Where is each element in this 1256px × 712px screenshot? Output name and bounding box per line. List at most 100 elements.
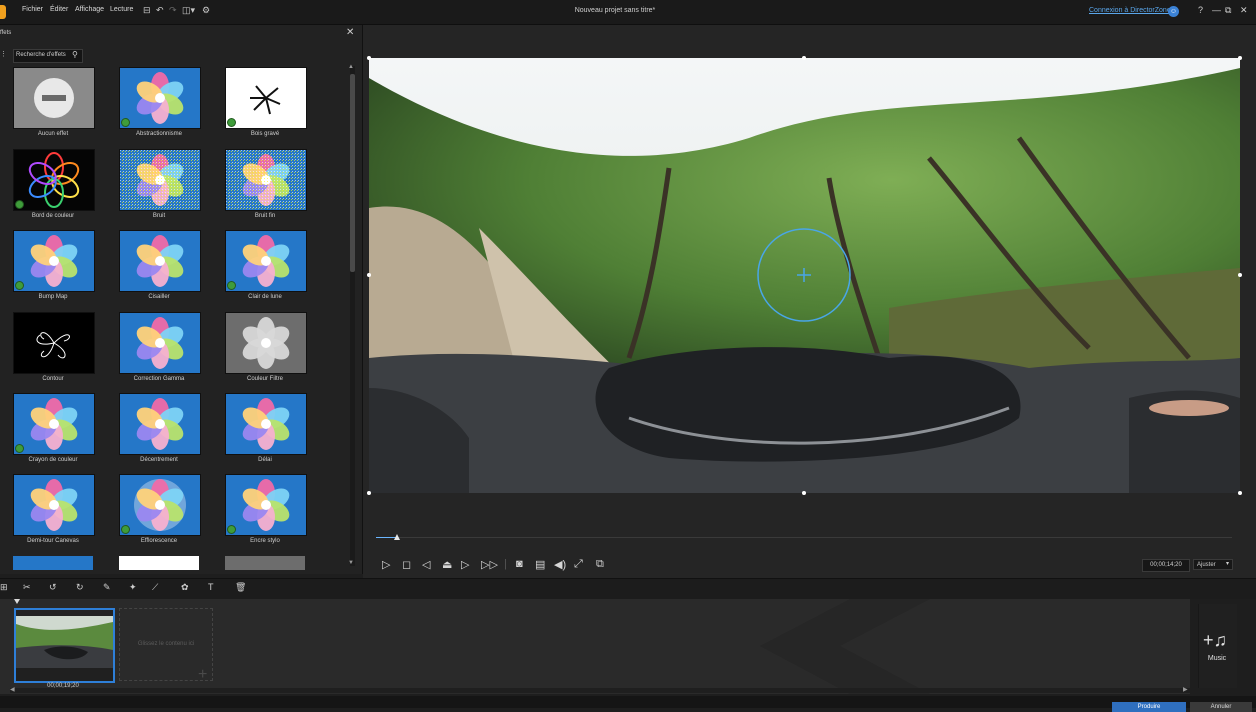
- account-icon[interactable]: ☺: [1168, 6, 1179, 17]
- effect-thumbnail[interactable]: [119, 312, 201, 374]
- playback-scrubber[interactable]: [376, 537, 1232, 538]
- effect-thumbnail-partial[interactable]: [13, 556, 93, 570]
- menu-fichier[interactable]: Fichier: [22, 6, 43, 13]
- minimize-button[interactable]: —: [1212, 5, 1221, 15]
- effect-label: Contour: [42, 376, 64, 382]
- settings-gear-icon[interactable]: ⚙: [202, 5, 210, 16]
- effect-label: Efflorescence: [140, 538, 178, 544]
- effect-thumbnail[interactable]: [13, 149, 95, 211]
- effect-thumbnail[interactable]: [13, 393, 95, 455]
- undock-icon[interactable]: ⧉: [596, 558, 604, 571]
- add-music-note-icon: +♫: [1203, 630, 1228, 650]
- category-list-icon[interactable]: ⋮: [0, 50, 7, 58]
- rotate-left-icon[interactable]: ↺: [49, 582, 57, 593]
- effect-thumbnail[interactable]: [225, 393, 307, 455]
- app-logo-icon: [0, 5, 6, 19]
- effect-thumbnail[interactable]: [225, 474, 307, 536]
- resize-handle-r[interactable]: [1238, 273, 1242, 277]
- effect-label: Bord de couleur: [31, 213, 75, 219]
- effect-thumbnail[interactable]: [225, 149, 307, 211]
- effect-thumbnail[interactable]: [119, 393, 201, 455]
- menu-affichage[interactable]: Affichage: [75, 6, 104, 13]
- effects-scroll-thumb[interactable]: [350, 74, 355, 272]
- snapshot-camera-icon[interactable]: ◙: [516, 558, 523, 570]
- effect-thumbnail[interactable]: [225, 230, 307, 292]
- redo-icon[interactable]: ↷: [169, 5, 177, 16]
- scrubber-knob[interactable]: [394, 534, 401, 540]
- scissors-icon[interactable]: ✂: [23, 582, 31, 593]
- effect-tool-icon[interactable]: ✿: [181, 582, 189, 593]
- subtitle-icon[interactable]: ▤: [535, 558, 545, 571]
- effect-thumbnail[interactable]: [119, 230, 201, 292]
- rotate-right-icon[interactable]: ↻: [76, 582, 84, 593]
- delete-trash-icon[interactable]: 🗑: [235, 582, 246, 593]
- effect-label: Encre stylo: [250, 538, 280, 544]
- magic-tool-icon[interactable]: ✦: [129, 582, 137, 593]
- video-preview[interactable]: [369, 58, 1240, 493]
- resize-handle-l[interactable]: [367, 273, 371, 277]
- effect-thumbnail[interactable]: [13, 67, 95, 129]
- add-slot-plus-icon: +: [198, 666, 208, 683]
- controls-divider: |: [504, 558, 507, 570]
- split-icon[interactable]: ⏏: [442, 558, 452, 571]
- keyframe-icon[interactable]: ⟋: [152, 582, 158, 593]
- search-icon[interactable]: ⚲: [72, 50, 78, 59]
- scroll-left-icon[interactable]: ◀: [10, 686, 15, 693]
- resize-handle-t[interactable]: [802, 56, 806, 60]
- effect-label: Clair de lune: [248, 294, 282, 300]
- effect-thumbnail[interactable]: [119, 67, 201, 129]
- resize-handle-br[interactable]: [1238, 491, 1242, 495]
- effect-thumbnail[interactable]: [119, 474, 201, 536]
- effect-label: Correction Gamma: [133, 376, 185, 382]
- effect-thumbnail-partial[interactable]: [225, 556, 305, 570]
- effect-thumbnail[interactable]: [225, 312, 307, 374]
- help-button[interactable]: ?: [1198, 5, 1203, 15]
- effect-label: Décentrement: [140, 457, 178, 463]
- effect-thumbnail[interactable]: [13, 312, 95, 374]
- effect-label: Abstractionnisme: [135, 131, 183, 137]
- status-bar: [0, 696, 1256, 708]
- scroll-up-icon[interactable]: ▲: [348, 64, 354, 70]
- cancel-button[interactable]: Annuler: [1190, 702, 1252, 712]
- resize-handle-b[interactable]: [802, 491, 806, 495]
- close-button[interactable]: ✕: [1240, 5, 1248, 16]
- menu-lecture[interactable]: Lecture: [110, 6, 133, 13]
- menu-editer[interactable]: Éditer: [50, 6, 68, 13]
- effect-thumbnail[interactable]: [119, 149, 201, 211]
- resize-handle-tr[interactable]: [1238, 56, 1242, 60]
- play-icon[interactable]: ▷: [382, 558, 390, 571]
- scroll-down-icon[interactable]: ▼: [348, 560, 354, 566]
- effect-label: Couleur Filtre: [246, 376, 283, 382]
- effect-thumbnail[interactable]: [225, 67, 307, 129]
- undo-icon[interactable]: ↶: [156, 5, 164, 16]
- previous-frame-icon[interactable]: ◁: [422, 558, 430, 571]
- effect-thumbnail[interactable]: [13, 474, 95, 536]
- layout-icon[interactable]: ◫▾: [182, 5, 195, 16]
- video-frame-image: [369, 58, 1240, 493]
- login-link[interactable]: Connexion à DirectorZone: [1089, 7, 1171, 14]
- produce-button[interactable]: Produire: [1112, 702, 1186, 712]
- stop-icon[interactable]: ◻: [402, 558, 411, 571]
- video-clip-thumbnail[interactable]: [14, 608, 115, 683]
- chevron-down-icon[interactable]: ▾: [1226, 560, 1229, 567]
- fullscreen-icon[interactable]: ⤢: [574, 558, 583, 571]
- close-panel-icon[interactable]: ✕: [346, 27, 354, 38]
- premium-badge-icon: [15, 444, 24, 453]
- fast-forward-icon[interactable]: ▷▷: [481, 558, 498, 571]
- storyboard-scrollbar[interactable]: [10, 688, 1190, 693]
- effect-thumbnail-partial[interactable]: [119, 556, 199, 570]
- resize-handle-tl[interactable]: [367, 56, 371, 60]
- next-frame-icon[interactable]: ▷: [461, 558, 469, 571]
- new-project-icon[interactable]: ⊟: [143, 5, 151, 16]
- fix-enhance-icon[interactable]: ✎: [103, 582, 111, 593]
- timeline-playhead[interactable]: [14, 599, 20, 604]
- scroll-right-icon[interactable]: ▶: [1183, 686, 1188, 693]
- effect-thumbnail[interactable]: [13, 230, 95, 292]
- storyboard-view-icon[interactable]: ⊞: [0, 582, 8, 593]
- volume-icon[interactable]: ◀): [554, 558, 566, 571]
- title-text-icon[interactable]: T: [208, 582, 214, 592]
- premium-badge-icon: [227, 525, 236, 534]
- resize-handle-bl[interactable]: [367, 491, 371, 495]
- restore-button[interactable]: ⧉: [1225, 5, 1231, 16]
- timecode-display[interactable]: 00;00;14;20: [1142, 559, 1190, 572]
